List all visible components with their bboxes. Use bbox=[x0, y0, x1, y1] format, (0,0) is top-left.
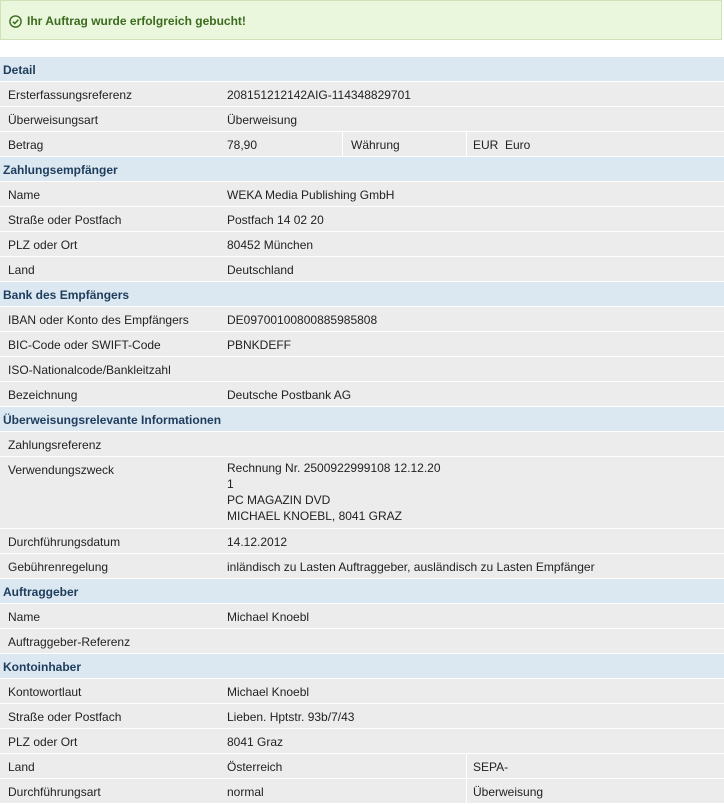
field-label: Land bbox=[8, 760, 35, 774]
field-label: Name bbox=[8, 610, 41, 624]
table-row: Betrag 78,90 Währung EUR Euro bbox=[0, 132, 724, 157]
purpose-line: 1 bbox=[227, 477, 234, 491]
field-label: Zahlungsreferenz bbox=[8, 438, 102, 452]
purpose-line: Rechnung Nr. 2500922999108 12.12.20 bbox=[227, 461, 441, 475]
field-value: DE09700100800885985808 bbox=[227, 313, 378, 327]
field-label: Ersterfassungsreferenz bbox=[8, 88, 133, 102]
field-label: Währung bbox=[351, 138, 400, 152]
field-label: Bezeichnung bbox=[8, 388, 78, 402]
field-label: PLZ oder Ort bbox=[8, 238, 78, 252]
field-label: Auftraggeber-Referenz bbox=[8, 635, 131, 649]
field-label: PLZ oder Ort bbox=[8, 735, 78, 749]
field-label: Straße oder Postfach bbox=[8, 213, 122, 227]
field-value: normal bbox=[227, 785, 264, 799]
success-banner: Ihr Auftrag wurde erfolgreich gebucht! bbox=[0, 0, 722, 40]
field-value: 80452 München bbox=[227, 238, 314, 252]
field-label: Land bbox=[8, 263, 35, 277]
cell-divider bbox=[466, 754, 467, 778]
field-value: Deutschland bbox=[227, 263, 294, 277]
table-row: Zahlungsreferenz bbox=[0, 432, 724, 457]
section-title: Überweisungsrelevante Informationen bbox=[3, 413, 222, 427]
table-row: Überweisungsart Überweisung bbox=[0, 107, 724, 132]
table-row: Land Österreich SEPA- bbox=[0, 754, 724, 779]
field-value: SEPA- bbox=[473, 760, 509, 774]
field-label: Name bbox=[8, 188, 41, 202]
field-value: 14.12.2012 bbox=[227, 535, 288, 549]
section-title: Bank des Empfängers bbox=[3, 288, 130, 302]
section-detail: Detail bbox=[0, 57, 724, 82]
section-title: Auftraggeber bbox=[3, 585, 79, 599]
table-row: Straße oder Postfach Postfach 14 02 20 bbox=[0, 207, 724, 232]
section-auftraggeber: Auftraggeber bbox=[0, 579, 724, 604]
field-value: Überweisung bbox=[227, 113, 298, 127]
field-label: Straße oder Postfach bbox=[8, 710, 122, 724]
field-value: 208151212142AIG-114348829701 bbox=[227, 88, 411, 102]
field-label: Durchführungsart bbox=[8, 785, 101, 799]
table-row: PLZ oder Ort 8041 Graz bbox=[0, 729, 724, 754]
table-row: PLZ oder Ort 80452 München bbox=[0, 232, 724, 257]
success-message: Ihr Auftrag wurde erfolgreich gebucht! bbox=[27, 14, 246, 28]
field-value: Deutsche Postbank AG bbox=[227, 388, 352, 402]
table-row: Auftraggeber-Referenz bbox=[0, 629, 724, 654]
field-value: Lieben. Hptstr. 93b/7/43 bbox=[227, 710, 355, 724]
table-row: ISO-Nationalcode/Bankleitzahl bbox=[0, 357, 724, 382]
field-label: ISO-Nationalcode/Bankleitzahl bbox=[8, 363, 171, 377]
check-circle-icon bbox=[9, 15, 22, 28]
field-label: Durchführungsdatum bbox=[8, 535, 121, 549]
field-label: Kontowortlaut bbox=[8, 685, 82, 699]
field-label: BIC-Code oder SWIFT-Code bbox=[8, 338, 161, 352]
table-row: Durchführungsdatum 14.12.2012 bbox=[0, 529, 724, 554]
field-value: Michael Knoebl bbox=[227, 610, 310, 624]
section-zahlungsempfaenger: Zahlungsempfänger bbox=[0, 157, 724, 182]
section-title: Detail bbox=[3, 63, 36, 77]
section-title: Zahlungsempfänger bbox=[3, 163, 118, 177]
table-row: IBAN oder Konto des Empfängers DE0970010… bbox=[0, 307, 724, 332]
field-value: PBNKDEFF bbox=[227, 338, 292, 352]
table-row: Straße oder Postfach Lieben. Hptstr. 93b… bbox=[0, 704, 724, 729]
table-row: Kontowortlaut Michael Knoebl bbox=[0, 679, 724, 704]
cell-divider bbox=[342, 132, 343, 156]
field-value: Österreich bbox=[227, 760, 283, 774]
field-label: Überweisungsart bbox=[8, 113, 99, 127]
field-value: inländisch zu Lasten Auftraggeber, auslä… bbox=[227, 560, 595, 574]
section-kontoinhaber: Kontoinhaber bbox=[0, 654, 724, 679]
cell-divider bbox=[466, 132, 467, 156]
order-details-table: Detail Ersterfassungsreferenz 2081512121… bbox=[0, 57, 724, 804]
section-transfer-info: Überweisungsrelevante Informationen bbox=[0, 407, 724, 432]
table-row: Name Michael Knoebl bbox=[0, 604, 724, 629]
field-value: Postfach 14 02 20 bbox=[227, 213, 324, 227]
table-row: Gebührenregelung inländisch zu Lasten Au… bbox=[0, 554, 724, 579]
table-row: Name WEKA Media Publishing GmbH bbox=[0, 182, 724, 207]
field-label: Gebührenregelung bbox=[8, 560, 109, 574]
field-label: Verwendungszweck bbox=[8, 463, 115, 477]
field-value: Michael Knoebl bbox=[227, 685, 310, 699]
table-row: Verwendungszweck Rechnung Nr. 2500922999… bbox=[0, 457, 724, 529]
table-row: Durchführungsart normal Überweisung bbox=[0, 779, 724, 804]
field-value: 8041 Graz bbox=[227, 735, 284, 749]
field-value: Überweisung bbox=[473, 785, 544, 799]
field-value: 78,90 bbox=[227, 138, 258, 152]
purpose-line: MICHAEL KNOEBL, 8041 GRAZ bbox=[227, 509, 402, 523]
field-value: EUR Euro bbox=[473, 138, 531, 152]
purpose-line: PC MAGAZIN DVD bbox=[227, 493, 331, 507]
purpose-text: Rechnung Nr. 2500922999108 12.12.20 1 PC… bbox=[227, 460, 441, 524]
table-row: Land Deutschland bbox=[0, 257, 724, 282]
table-row: Ersterfassungsreferenz 208151212142AIG-1… bbox=[0, 82, 724, 107]
field-label: Betrag bbox=[8, 138, 44, 152]
table-row: BIC-Code oder SWIFT-Code PBNKDEFF bbox=[0, 332, 724, 357]
section-bank: Bank des Empfängers bbox=[0, 282, 724, 307]
field-value: WEKA Media Publishing GmbH bbox=[227, 188, 395, 202]
table-row: Bezeichnung Deutsche Postbank AG bbox=[0, 382, 724, 407]
cell-divider bbox=[466, 779, 467, 803]
section-title: Kontoinhaber bbox=[3, 660, 81, 674]
field-label: IBAN oder Konto des Empfängers bbox=[8, 313, 189, 327]
